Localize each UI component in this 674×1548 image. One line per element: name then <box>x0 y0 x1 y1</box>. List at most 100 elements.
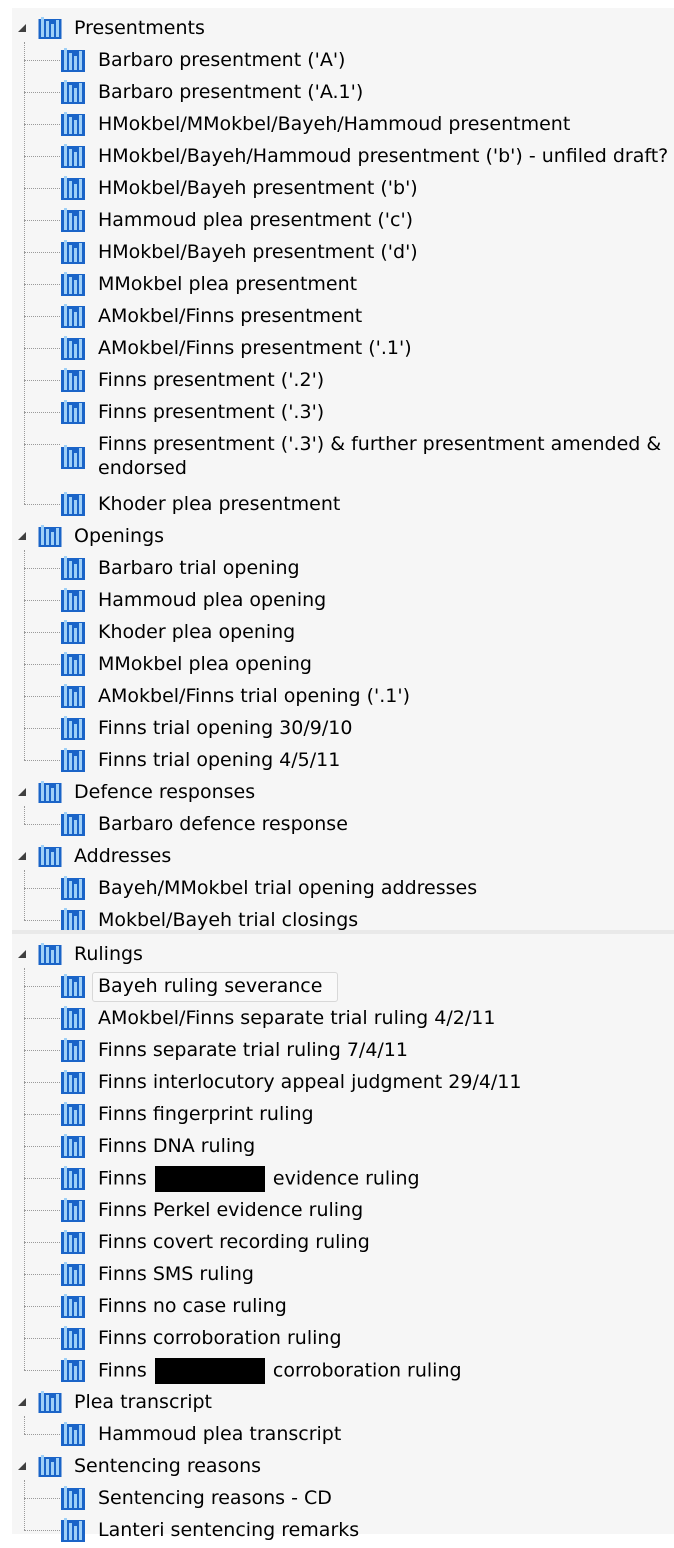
tree-guide-line <box>24 870 25 920</box>
document-chart-icon <box>60 747 86 773</box>
tree-item-hmokbel-mmokbel-bayeh-hammoud-presentmen[interactable]: HMokbel/MMokbel/Bayeh/Hammoud presentmen… <box>98 112 570 136</box>
tree-item-finns-no-case-ruling[interactable]: Finns no case ruling <box>98 1294 287 1318</box>
document-chart-icon <box>60 79 86 105</box>
tree-connector <box>24 1146 60 1147</box>
tree-connector <box>24 1434 60 1435</box>
tree-item-hmokbel-bayeh-presentment-d[interactable]: HMokbel/Bayeh presentment ('d') <box>98 240 418 264</box>
document-chart-icon <box>60 335 86 361</box>
tree-connector <box>24 220 60 221</box>
tree-item-finns-trial-opening-4-5-11[interactable]: Finns trial opening 4/5/11 <box>98 748 340 772</box>
tree-connector <box>24 348 60 349</box>
tree-item-finns-presentment-2[interactable]: Finns presentment ('.2') <box>98 368 324 392</box>
tree-item-sentencing-reasons-cd[interactable]: Sentencing reasons - CD <box>98 1486 332 1510</box>
collapse-arrow-icon[interactable] <box>18 532 26 540</box>
collapse-arrow-icon[interactable] <box>18 788 26 796</box>
tree-item-amokbel-finns-presentment[interactable]: AMokbel/Finns presentment <box>98 304 362 328</box>
tree-group-plea-transcript[interactable]: Plea transcript <box>74 1390 212 1414</box>
tree-item-barbaro-defence-response[interactable]: Barbaro defence response <box>98 812 348 836</box>
tree-item-hmokbel-bayeh-hammoud-presentment-b-unfi[interactable]: HMokbel/Bayeh/Hammoud presentment ('b') … <box>98 144 668 168</box>
tree-item-finns-dna-ruling[interactable]: Finns DNA ruling <box>98 1134 255 1158</box>
tree-item-finns-interlocutory-appeal-judgment-29-4[interactable]: Finns interlocutory appeal judgment 29/4… <box>98 1070 522 1094</box>
collapse-arrow-icon[interactable] <box>18 852 26 860</box>
tree-connector <box>24 252 60 253</box>
tree-item-khoder-plea-opening[interactable]: Khoder plea opening <box>98 620 295 644</box>
tree-connector <box>24 1050 60 1051</box>
tree-item-khoder-plea-presentment[interactable]: Khoder plea presentment <box>98 492 340 516</box>
collapse-arrow-icon[interactable] <box>18 1398 26 1406</box>
tree-item-amokbel-finns-presentment-1[interactable]: AMokbel/Finns presentment ('.1') <box>98 336 412 360</box>
folder-chart-icon <box>38 16 62 40</box>
tree-item-hmokbel-bayeh-presentment-b[interactable]: HMokbel/Bayeh presentment ('b') <box>98 176 418 200</box>
tree-connector <box>24 1530 60 1531</box>
tree-connector <box>24 92 60 93</box>
tree-item-finns-fingerprint-ruling[interactable]: Finns fingerprint ruling <box>98 1102 314 1126</box>
tree-item-finns-perkel-evidence-ruling[interactable]: Finns Perkel evidence ruling <box>98 1198 363 1222</box>
document-chart-icon <box>60 1069 86 1095</box>
document-chart-icon <box>60 399 86 425</box>
tree-item-finns-sms-ruling[interactable]: Finns SMS ruling <box>98 1262 254 1286</box>
document-chart-icon <box>60 555 86 581</box>
document-chart-icon <box>60 175 86 201</box>
tree-item-lanteri-sentencing-remarks[interactable]: Lanteri sentencing remarks <box>98 1518 359 1542</box>
tree-connector <box>24 600 60 601</box>
document-chart-icon <box>60 619 86 645</box>
tree-group-openings[interactable]: Openings <box>74 524 164 548</box>
document-chart-icon <box>60 1165 86 1191</box>
tree-item-barbaro-presentment-a[interactable]: Barbaro presentment ('A') <box>98 48 345 72</box>
tree-item-finns-presentment-3-further-presentment-[interactable]: Finns presentment ('.3') & further prese… <box>98 432 664 480</box>
tree-group-sentencing-reasons[interactable]: Sentencing reasons <box>74 1454 261 1478</box>
tree-item-finns-presentment-3[interactable]: Finns presentment ('.3') <box>98 400 324 424</box>
document-chart-icon <box>60 1485 86 1511</box>
document-chart-icon <box>60 143 86 169</box>
collapse-arrow-icon[interactable] <box>18 950 26 958</box>
tree-connector <box>24 60 60 61</box>
tree-item-mokbel-bayeh-trial-closings[interactable]: Mokbel/Bayeh trial closings <box>98 908 358 932</box>
tree-group-presentments[interactable]: Presentments <box>74 16 205 40</box>
tree-item-mmokbel-plea-presentment[interactable]: MMokbel plea presentment <box>98 272 357 296</box>
collapse-arrow-icon[interactable] <box>18 24 26 32</box>
tree-connector <box>24 986 60 987</box>
tree-item-amokbel-finns-trial-opening-1[interactable]: AMokbel/Finns trial opening ('.1') <box>98 684 410 708</box>
tree-item-barbaro-presentment-a-1[interactable]: Barbaro presentment ('A.1') <box>98 80 363 104</box>
tree-group-rulings[interactable]: Rulings <box>74 942 143 966</box>
folder-chart-icon <box>38 1390 62 1414</box>
tree-item-hammoud-plea-opening[interactable]: Hammoud plea opening <box>98 588 326 612</box>
tree-item-hammoud-plea-presentment-c[interactable]: Hammoud plea presentment ('c') <box>98 208 413 232</box>
document-chart-icon <box>60 1101 86 1127</box>
tree-item-bayeh-mmokbel-trial-opening-addresses[interactable]: Bayeh/MMokbel trial opening addresses <box>98 876 477 900</box>
tree-connector <box>24 316 60 317</box>
document-chart-icon <box>60 1421 86 1447</box>
document-chart-icon <box>60 444 86 470</box>
tree-connector <box>24 1274 60 1275</box>
tree-connector <box>24 1306 60 1307</box>
collapse-arrow-icon[interactable] <box>18 1462 26 1470</box>
tree-item-finns-separate-trial-ruling-7-4-11[interactable]: Finns separate trial ruling 7/4/11 <box>98 1038 408 1062</box>
tree-item-barbaro-trial-opening[interactable]: Barbaro trial opening <box>98 556 300 580</box>
tree-connector <box>24 1210 60 1211</box>
tree-item-finns-redacted-evidence-ruling[interactable]: Finns evidence ruling <box>98 1166 420 1192</box>
tree-connector <box>24 1338 60 1339</box>
tree-connector <box>24 156 60 157</box>
tree-item-finns-redacted-corroboration-ruling[interactable]: Finns corroboration ruling <box>98 1358 462 1384</box>
tree-connector <box>24 760 60 761</box>
tree-item-amokbel-finns-separate-trial-ruling-4-2-[interactable]: AMokbel/Finns separate trial ruling 4/2/… <box>98 1006 495 1030</box>
document-chart-icon <box>60 811 86 837</box>
document-chart-icon <box>60 271 86 297</box>
tree-item-finns-trial-opening-30-9-10[interactable]: Finns trial opening 30/9/10 <box>98 716 352 740</box>
document-chart-icon <box>60 239 86 265</box>
tree-connector <box>24 1370 60 1371</box>
tree-connector <box>24 412 60 413</box>
document-chart-icon <box>60 587 86 613</box>
tree-connector <box>24 888 60 889</box>
tree-item-bayeh-ruling-severance[interactable]: Bayeh ruling severance <box>98 974 322 998</box>
folder-chart-icon <box>38 524 62 548</box>
tree-guide-line <box>24 550 25 760</box>
tree-item-finns-covert-recording-ruling[interactable]: Finns covert recording ruling <box>98 1230 370 1254</box>
tree-item-finns-corroboration-ruling[interactable]: Finns corroboration ruling <box>98 1326 342 1350</box>
tree-group-defence-responses[interactable]: Defence responses <box>74 780 255 804</box>
tree-item-hammoud-plea-transcript[interactable]: Hammoud plea transcript <box>98 1422 341 1446</box>
tree-group-addresses[interactable]: Addresses <box>74 844 171 868</box>
tree-connector <box>24 1082 60 1083</box>
tree-item-mmokbel-plea-opening[interactable]: MMokbel plea opening <box>98 652 312 676</box>
document-chart-icon <box>60 1197 86 1223</box>
